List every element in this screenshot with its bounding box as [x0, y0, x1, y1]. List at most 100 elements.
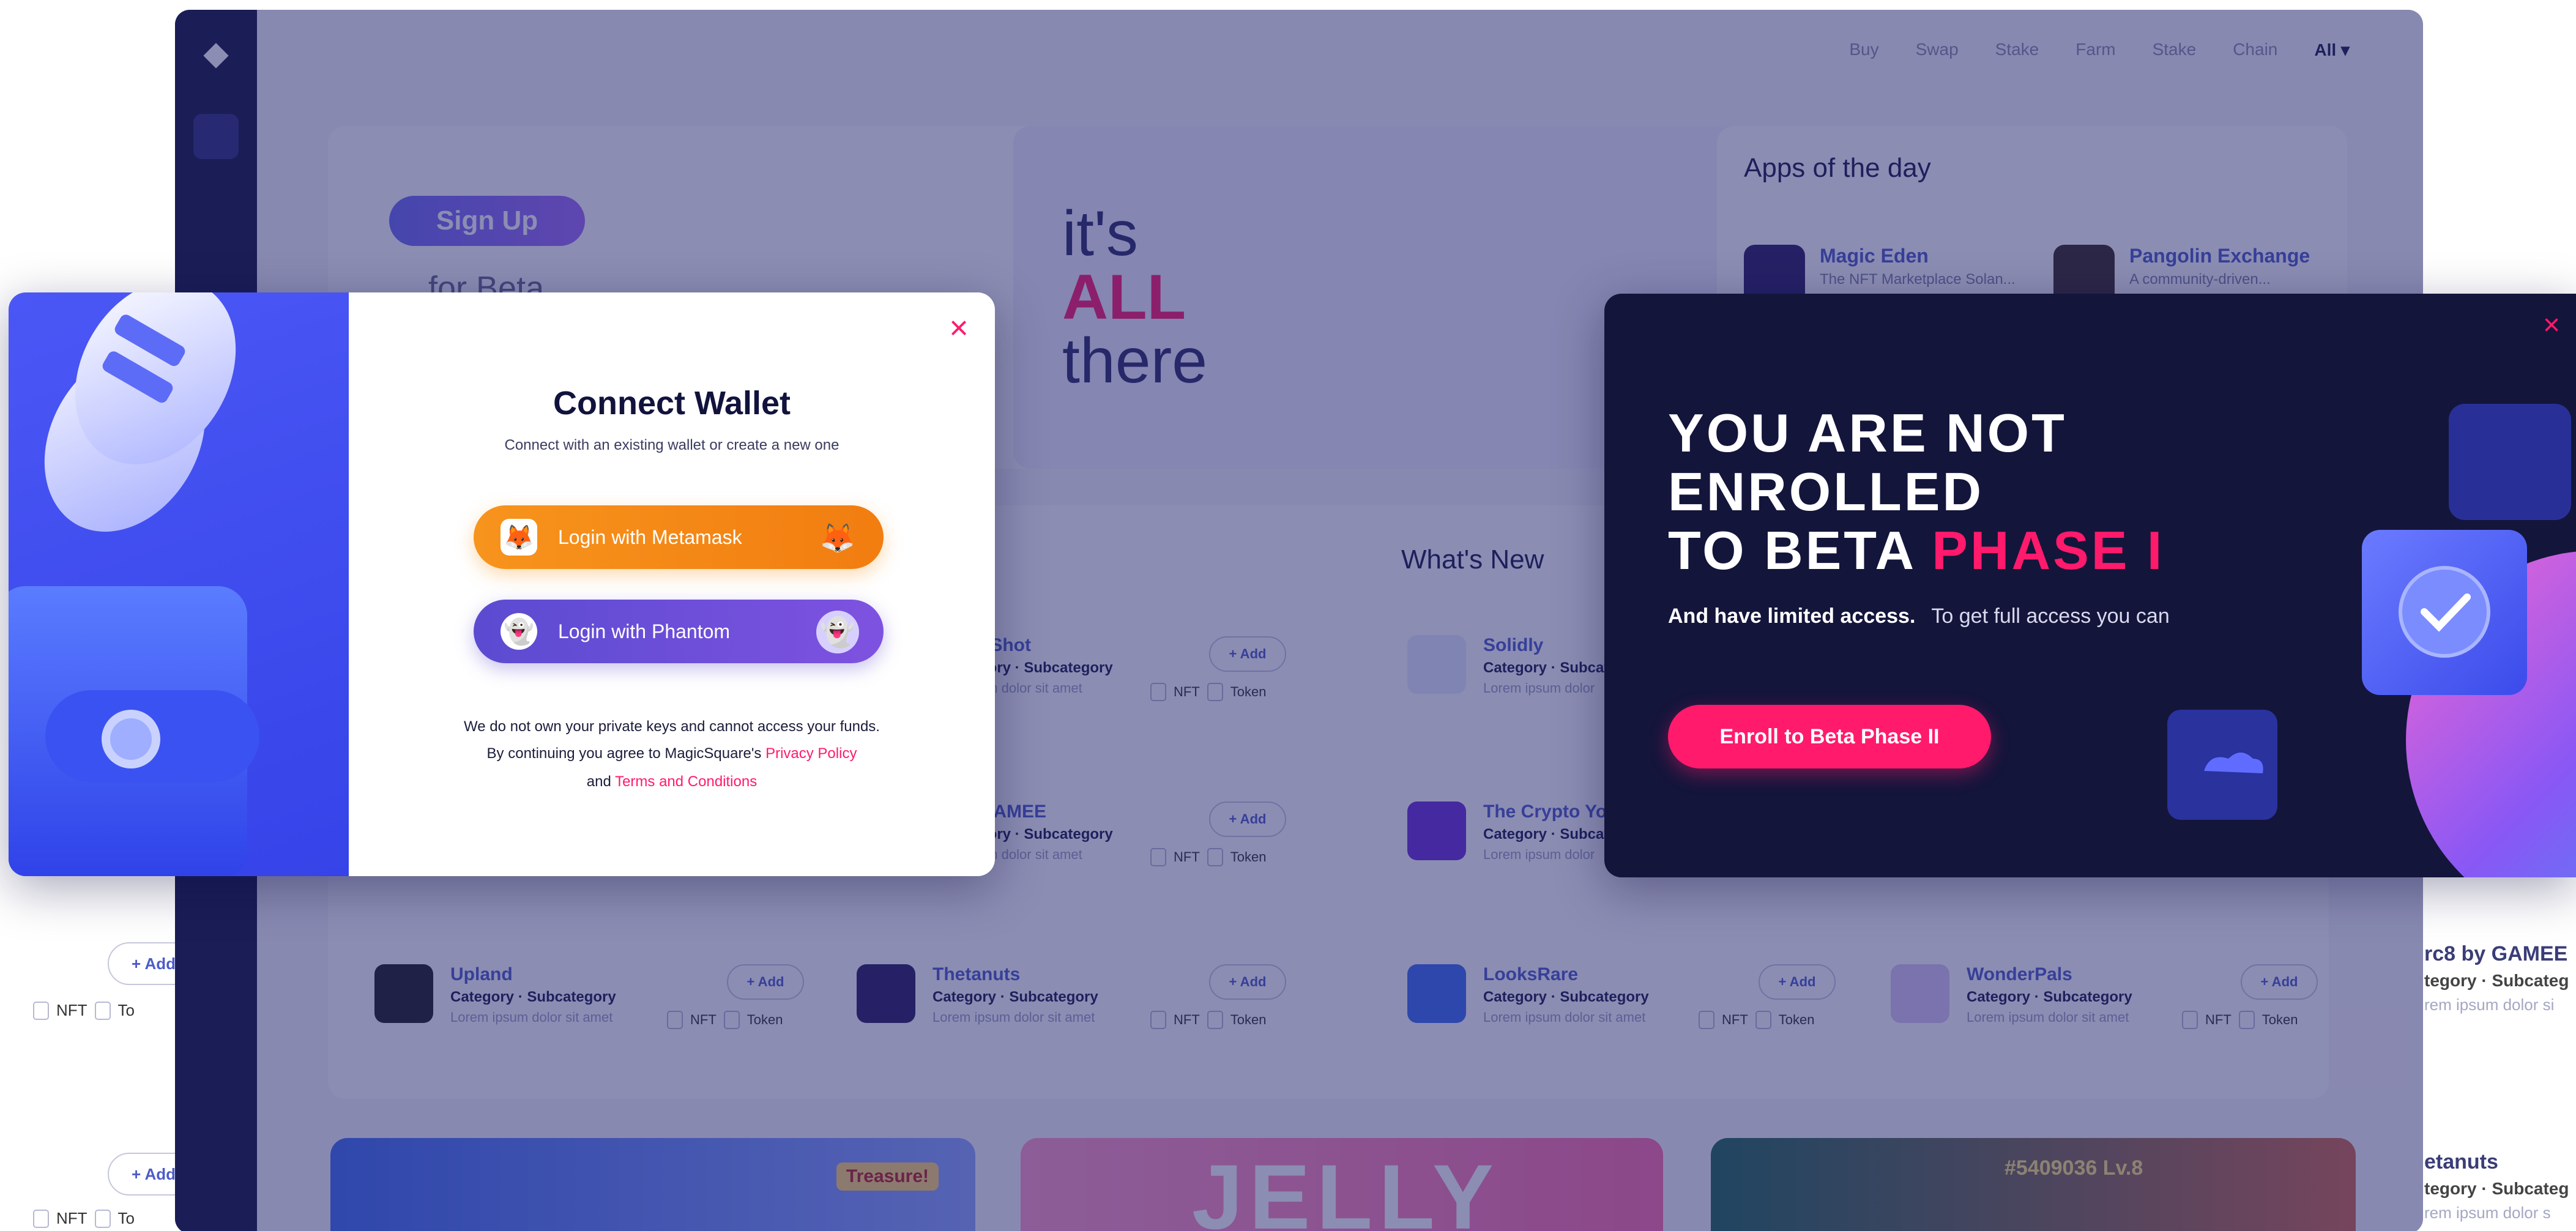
nft-icon: [1150, 848, 1166, 866]
app-desc: A community-driven...: [2129, 271, 2271, 288]
app-logo-icon: [1891, 964, 1949, 1023]
nft-label: NFT: [1722, 1012, 1748, 1027]
list-item[interactable]: Thetanuts Category · Subcategory Lorem ips…: [857, 964, 1098, 1025]
signup-button[interactable]: Sign Up: [389, 196, 585, 246]
item-desc: um dolor sit amet: [979, 680, 1082, 696]
wallet-illustration: [9, 292, 349, 876]
item-name: rc8 by GAMEE: [2424, 942, 2568, 965]
token-label: Token: [1778, 1012, 1815, 1027]
item-name: etanuts: [2424, 1150, 2498, 1173]
token-icon: [1755, 1011, 1771, 1029]
app-name: Magic Eden: [1820, 245, 1929, 267]
item-category: Category · Subcategory: [932, 989, 1098, 1005]
disclaimer-line-1: We do not own your private keys and cann…: [464, 718, 880, 735]
enroll-beta-button[interactable]: Enroll to Beta Phase II: [1668, 705, 1991, 768]
filter-farm[interactable]: Farm: [2075, 40, 2115, 59]
nft-token-tags: NFT Token: [1150, 848, 1266, 866]
login-metamask-button[interactable]: 🦊 Login with Metamask 🦊: [474, 505, 884, 569]
disclaimer-line-3: and Terms and Conditions: [349, 773, 995, 790]
promo-line-3: there: [1062, 325, 1208, 396]
filter-stake[interactable]: Stake: [1995, 40, 2039, 59]
heading-highlight: PHASE I: [1932, 520, 2165, 581]
disclaimer-text: By continuing you agree to MagicSquare's: [486, 745, 762, 762]
list-item[interactable]: pShot gory · Subcategory um dolor sit amet: [979, 635, 1113, 696]
list-item[interactable]: rc8 by GAMEE tegory · Subcateg rem ipsum…: [2424, 942, 2569, 1014]
add-button[interactable]: + Add: [1209, 964, 1286, 1000]
beta-decoration-icon: [2167, 404, 2576, 877]
add-button[interactable]: + Add: [2241, 964, 2318, 1000]
description-bold: And have limited access.: [1668, 604, 1916, 628]
sidebar-item-home[interactable]: [193, 114, 239, 159]
item-name: pShot: [979, 635, 1031, 655]
terms-link[interactable]: Terms and Conditions: [615, 773, 757, 790]
nft-token-tags: NFT Token: [1150, 683, 1266, 701]
add-button[interactable]: + Add: [1209, 801, 1286, 837]
list-item[interactable]: etanuts tegory · Subcateg rem ipsum dolo…: [2424, 1150, 2569, 1222]
token-label: Token: [746, 1012, 783, 1027]
item-desc: Lorem ipsum dolor sit amet: [450, 1010, 613, 1025]
wallet-illustration-icon: [9, 292, 259, 876]
nft-icon: [1150, 1011, 1166, 1029]
promo-line-2: ALL: [1062, 262, 1186, 333]
item-name: GAMEE: [979, 801, 1047, 822]
brand-logo-icon[interactable]: ◆: [197, 34, 235, 72]
promo-text: it's ALL there: [1062, 202, 1207, 393]
token-icon: [2238, 1011, 2255, 1029]
add-button[interactable]: + Add: [1209, 636, 1286, 672]
item-desc: Lorem ipsum dolor sit amet: [932, 1010, 1095, 1025]
token-icon: [94, 1209, 111, 1228]
nft-token-tags: NFT To: [33, 1001, 135, 1020]
nft-icon: [667, 1011, 683, 1029]
close-icon[interactable]: ×: [942, 311, 976, 345]
token-label: Token: [1230, 849, 1267, 865]
list-item[interactable]: Upland Category · Subcategory Lorem ipsum …: [374, 964, 616, 1025]
filter-stake-2[interactable]: Stake: [2153, 40, 2197, 59]
fox-icon: 🦊: [820, 521, 855, 554]
filter-buy[interactable]: Buy: [1849, 40, 1878, 59]
banner-jelly[interactable]: JELLY: [1021, 1138, 1663, 1231]
item-desc: rem ipsum dolor si: [2424, 995, 2555, 1014]
item-category: tegory · Subcateg: [2424, 1179, 2569, 1198]
beta-access-modal: × YOU ARE NOT ENROLLED TO BETA PHASE I A…: [1604, 294, 2576, 877]
banner-game[interactable]: #5409036 Lv.8: [1711, 1138, 2356, 1231]
nft-icon: [33, 1001, 49, 1020]
token-label: Token: [1230, 1012, 1267, 1027]
token-label: To: [117, 1001, 135, 1019]
beta-heading: YOU ARE NOT ENROLLED TO BETA PHASE I: [1668, 404, 2219, 580]
disclaimer-line-2: By continuing you agree to MagicSquare's…: [349, 745, 995, 762]
item-name: LooksRare: [1483, 964, 1579, 984]
chain-select[interactable]: All ▾: [2314, 40, 2350, 60]
beta-description: And have limited access. To get full acce…: [1668, 604, 2170, 628]
description-text: To get full access you can: [1931, 604, 2170, 628]
app-logo-icon: [857, 964, 915, 1023]
list-item[interactable]: GAMEE gory · Subcategory um dolor sit amet: [979, 801, 1113, 863]
item-category: Category · Subcategory: [1483, 989, 1649, 1005]
app-desc: The NFT Marketplace Solan...: [1820, 271, 2016, 288]
app-logo-icon: [1407, 801, 1466, 860]
login-phantom-button[interactable]: 👻 Login with Phantom 👻: [474, 600, 884, 663]
app-logo-icon: [1407, 964, 1466, 1023]
filter-swap[interactable]: Swap: [1916, 40, 1959, 59]
add-button[interactable]: + Add: [727, 964, 804, 1000]
list-item[interactable]: LooksRare Category · Subcategory Lorem ips…: [1407, 964, 1649, 1025]
token-icon: [1207, 848, 1223, 866]
token-icon: [1207, 683, 1223, 701]
modal-title: Connect Wallet: [553, 385, 791, 422]
nft-token-tags: NFT Token: [2182, 1011, 2298, 1029]
token-label: Token: [2261, 1012, 2298, 1027]
banner-treasure-label: Treasure!: [836, 1162, 939, 1191]
close-icon[interactable]: ×: [2534, 308, 2569, 343]
item-category: gory · Subcategory: [979, 660, 1113, 676]
list-item[interactable]: WonderPals Category · Subcategory Lorem ip…: [1891, 964, 2132, 1025]
banner-treasure[interactable]: Treasure!: [330, 1138, 975, 1231]
privacy-policy-link[interactable]: Privacy Policy: [765, 745, 857, 762]
top-filter-bar: Buy Swap Stake Farm Stake Chain All ▾: [257, 10, 2423, 89]
item-desc: Lorem ipsum dolor sit amet: [1483, 1010, 1646, 1025]
nft-label: NFT: [2205, 1012, 2232, 1027]
heading-line-1: YOU ARE NOT: [1668, 403, 2067, 463]
chain-label: Chain: [2233, 40, 2278, 59]
add-button[interactable]: + Add: [1759, 964, 1836, 1000]
sidebar-item-rocket[interactable]: [193, 193, 239, 239]
nft-label: NFT: [1174, 849, 1200, 865]
ghost-icon: 👻: [816, 611, 859, 653]
